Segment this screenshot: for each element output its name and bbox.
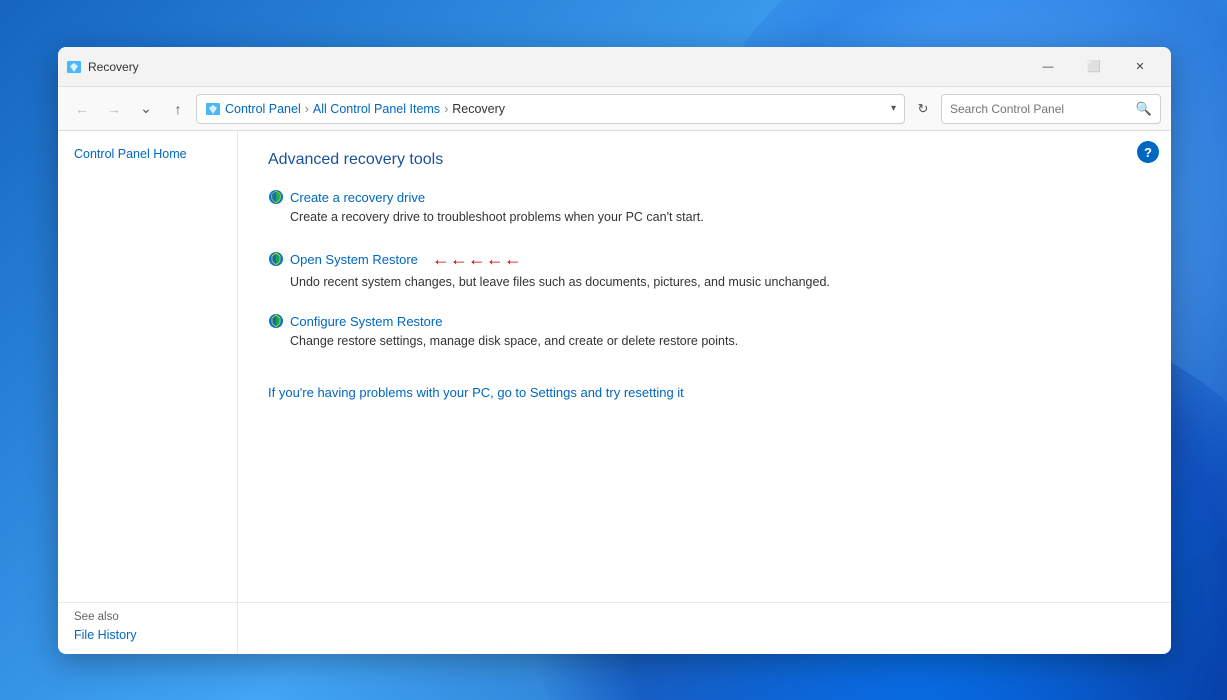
file-history-link[interactable]: File History [74, 628, 137, 642]
shield-icon-configure [268, 313, 284, 329]
breadcrumb-control-panel[interactable]: Control Panel [225, 102, 301, 116]
minimize-button[interactable]: — [1025, 47, 1071, 87]
item-link-row-configure: Configure System Restore [268, 313, 1141, 329]
main-content: ? Advanced recovery tools Create a recov… [238, 131, 1171, 602]
content-area: Control Panel Home ? Advanced recovery t… [58, 131, 1171, 602]
item-link-row-create: Create a recovery drive [268, 189, 1141, 205]
sidebar: Control Panel Home [58, 131, 238, 602]
up-button[interactable]: ↑ [164, 95, 192, 123]
sidebar-item-control-panel-home[interactable]: Control Panel Home [58, 143, 237, 165]
reset-settings-link[interactable]: If you're having problems with your PC, … [268, 385, 684, 400]
breadcrumb-sep-2: › [444, 102, 448, 116]
back-button[interactable]: ← [68, 95, 96, 123]
see-also-area: See also File History [58, 603, 238, 654]
see-also-label: See also [74, 611, 221, 623]
breadcrumb-recovery-icon [205, 101, 221, 117]
section-title: Advanced recovery tools [268, 151, 1141, 169]
refresh-button[interactable]: ↻ [909, 95, 937, 123]
breadcrumb-current: Recovery [452, 102, 505, 116]
close-button[interactable]: ✕ [1117, 47, 1163, 87]
create-recovery-drive-block: Create a recovery drive Create a recover… [268, 189, 1141, 227]
item-link-row-restore: Open System Restore ←←←←← [268, 249, 1141, 270]
configure-system-restore-block: Configure System Restore Change restore … [268, 313, 1141, 351]
window-title: Recovery [88, 60, 1025, 74]
footer-spacer [238, 603, 1171, 654]
arrow-annotation: ←←←←← [432, 249, 522, 270]
help-button[interactable]: ? [1137, 141, 1159, 163]
addressbar: ← → ⌄ ↑ Control Panel › All Control Pane… [58, 87, 1171, 131]
search-input[interactable] [950, 102, 1136, 116]
maximize-button[interactable]: ⬜ [1071, 47, 1117, 87]
shield-icon-create [268, 189, 284, 205]
forward-button[interactable]: → [100, 95, 128, 123]
recent-locations-button[interactable]: ⌄ [132, 95, 160, 123]
create-recovery-drive-desc: Create a recovery drive to troubleshoot … [290, 209, 1141, 227]
window-icon [66, 59, 82, 75]
search-box: 🔍 [941, 94, 1161, 124]
breadcrumb-sep-1: › [305, 102, 309, 116]
titlebar-controls: — ⬜ ✕ [1025, 47, 1163, 87]
breadcrumb-all-items[interactable]: All Control Panel Items [313, 102, 440, 116]
create-recovery-drive-link[interactable]: Create a recovery drive [290, 190, 425, 205]
breadcrumb-dropdown-button[interactable]: ▾ [891, 103, 896, 114]
breadcrumb-bar: Control Panel › All Control Panel Items … [196, 94, 905, 124]
configure-system-restore-link[interactable]: Configure System Restore [290, 314, 442, 329]
titlebar: Recovery — ⬜ ✕ [58, 47, 1171, 87]
shield-icon-restore [268, 251, 284, 267]
configure-system-restore-desc: Change restore settings, manage disk spa… [290, 333, 1141, 351]
open-system-restore-link[interactable]: Open System Restore [290, 252, 418, 267]
open-system-restore-desc: Undo recent system changes, but leave fi… [290, 274, 1141, 292]
open-system-restore-block: Open System Restore ←←←←← Undo recent sy… [268, 249, 1141, 292]
window: Recovery — ⬜ ✕ ← → ⌄ ↑ Control Panel › A… [58, 47, 1171, 654]
search-button[interactable]: 🔍 [1136, 101, 1152, 117]
